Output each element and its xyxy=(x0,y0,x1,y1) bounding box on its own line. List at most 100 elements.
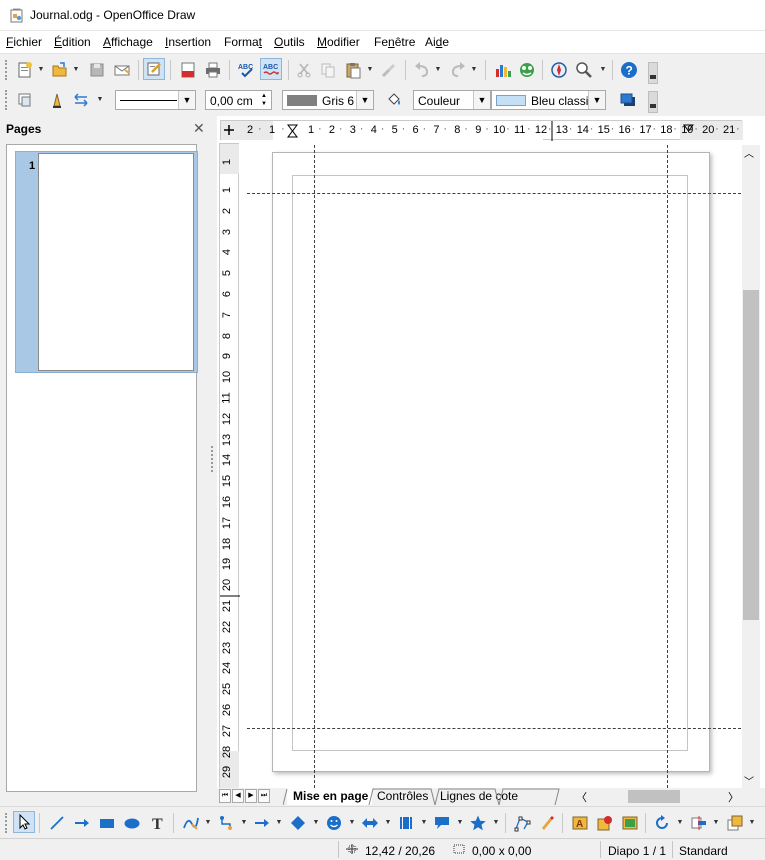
curve-tool-button[interactable] xyxy=(180,812,202,834)
export-pdf-button[interactable] xyxy=(177,59,199,81)
menu-fenetre[interactable]: Fenêtre xyxy=(374,35,415,49)
arrange-dropdown-arrow[interactable]: ▼ xyxy=(748,819,756,827)
zoom-button[interactable] xyxy=(573,59,595,81)
chart-button[interactable] xyxy=(492,59,514,81)
callouts-dropdown-arrow[interactable]: ▼ xyxy=(456,819,464,827)
vertical-guide-line[interactable] xyxy=(314,145,315,788)
toolbar-overflow-button[interactable] xyxy=(648,62,658,84)
fontwork-button[interactable]: A xyxy=(569,812,591,834)
print-button[interactable] xyxy=(202,59,224,81)
block-arrows-button[interactable] xyxy=(359,812,381,834)
text-tool-button[interactable]: T xyxy=(147,812,169,834)
line-style-select[interactable]: ▼ xyxy=(115,90,196,110)
effects-button[interactable] xyxy=(651,812,673,834)
undo-dropdown-arrow[interactable]: ▼ xyxy=(434,66,442,74)
ellipse-tool-button[interactable] xyxy=(121,812,143,834)
horizontal-scroll-thumb[interactable] xyxy=(628,790,680,803)
scroll-up-icon[interactable]: ︿ xyxy=(744,145,754,160)
clone-formatting-button[interactable] xyxy=(377,59,399,81)
paste-dropdown-arrow[interactable]: ▼ xyxy=(366,66,374,74)
stars-dropdown-arrow[interactable]: ▼ xyxy=(492,819,500,827)
cut-button[interactable] xyxy=(293,59,315,81)
toolbar-grip[interactable] xyxy=(5,90,9,110)
menu-outils[interactable]: Outils xyxy=(274,35,305,49)
line-button[interactable] xyxy=(46,89,68,111)
spellcheck-button[interactable]: ABC xyxy=(235,59,257,81)
panel-splitter[interactable] xyxy=(209,116,217,806)
menu-insertion[interactable]: Insertion xyxy=(165,35,211,49)
vertical-scroll-thumb[interactable] xyxy=(743,290,759,620)
toolbar-overflow-button[interactable] xyxy=(648,91,658,113)
zoom-dropdown-arrow[interactable]: ▼ xyxy=(599,66,607,74)
vertical-ruler[interactable]: 1 1 2 3 4 5 6 7 8 9 10 11 12 13 14 15 16 17 18 19 20 21 22 23 24… xyxy=(219,143,240,789)
line-tool-button[interactable] xyxy=(46,812,68,834)
area-button[interactable] xyxy=(383,89,405,111)
gallery-button[interactable] xyxy=(516,59,538,81)
edit-file-button[interactable] xyxy=(143,58,165,80)
copy-button[interactable] xyxy=(317,59,339,81)
open-dropdown-arrow[interactable]: ▼ xyxy=(72,66,80,74)
area-style-select[interactable]: Couleur ▼ xyxy=(413,90,491,110)
close-icon[interactable]: ✕ xyxy=(193,120,205,137)
styles-button[interactable] xyxy=(14,89,36,111)
connector-tool-button[interactable] xyxy=(216,812,238,834)
chevron-down-icon[interactable]: ▼ xyxy=(178,91,195,109)
chevron-down-icon[interactable]: ▼ xyxy=(473,91,490,109)
new-button[interactable] xyxy=(14,59,36,81)
new-dropdown-arrow[interactable]: ▼ xyxy=(37,66,45,74)
block-arrows-dropdown-arrow[interactable]: ▼ xyxy=(384,819,392,827)
chevron-down-icon[interactable]: ▼ xyxy=(588,91,605,109)
arrange-button[interactable] xyxy=(724,812,746,834)
arrow-style-dropdown-arrow[interactable]: ▼ xyxy=(96,96,104,104)
navigator-button[interactable] xyxy=(548,59,570,81)
arrow-line-tool-button[interactable] xyxy=(71,812,93,834)
arrow-style-button[interactable] xyxy=(70,89,92,111)
curve-dropdown-arrow[interactable]: ▼ xyxy=(204,819,212,827)
symbol-shapes-button[interactable] xyxy=(323,812,345,834)
horizontal-ruler[interactable]: 2 · 1 · 1 · 2 · 3 · 4 · 5 · 6 · 7 · 8 · 9 · 10 · 11 · 12 · 13 · 14 · 15 ·… xyxy=(220,120,743,141)
scroll-right-icon[interactable]: 〉 xyxy=(728,789,739,805)
page-thumbnail[interactable] xyxy=(38,153,194,371)
last-tab-button[interactable]: ⏭ xyxy=(258,789,270,803)
menu-aide[interactable]: Aide xyxy=(425,35,449,49)
stars-button[interactable] xyxy=(467,812,489,834)
rectangle-tool-button[interactable] xyxy=(96,812,118,834)
chevron-down-icon[interactable]: ▼ xyxy=(356,91,373,109)
vertical-scrollbar[interactable]: ︿ ﹀ xyxy=(742,145,760,788)
paste-button[interactable] xyxy=(342,59,364,81)
next-tab-button[interactable]: ▶ xyxy=(245,789,257,803)
basic-shapes-button[interactable] xyxy=(287,812,309,834)
from-file-button[interactable] xyxy=(594,812,616,834)
gallery-tool-button[interactable] xyxy=(619,812,641,834)
help-button[interactable]: ? xyxy=(618,59,640,81)
points-button[interactable] xyxy=(511,812,533,834)
horizontal-scrollbar[interactable]: 〈 〉 xyxy=(570,788,742,806)
toolbar-grip[interactable] xyxy=(5,60,9,80)
align-button[interactable] xyxy=(688,812,710,834)
save-button[interactable] xyxy=(86,59,108,81)
select-tool-button[interactable] xyxy=(13,811,35,833)
redo-button[interactable] xyxy=(447,59,469,81)
redo-dropdown-arrow[interactable]: ▼ xyxy=(470,66,478,74)
lines-arrows-tool-button[interactable] xyxy=(251,812,273,834)
basic-shapes-dropdown-arrow[interactable]: ▼ xyxy=(312,819,320,827)
area-color-select[interactable]: Bleu classique ▼ xyxy=(491,90,606,110)
open-button[interactable] xyxy=(49,59,71,81)
scroll-down-icon[interactable]: ﹀ xyxy=(744,773,754,788)
menu-affichage[interactable]: Affichage xyxy=(103,35,153,49)
flowchart-button[interactable] xyxy=(395,812,417,834)
callouts-button[interactable] xyxy=(431,812,453,834)
menu-fichier[interactable]: Fichier xyxy=(6,35,42,49)
vertical-guide-line[interactable] xyxy=(667,145,668,788)
auto-spellcheck-button[interactable]: ABC xyxy=(260,58,282,80)
line-width-input[interactable]: 0,00 cm ▲ ▼ xyxy=(205,90,272,110)
menu-edition[interactable]: Édition xyxy=(54,35,91,49)
scroll-left-icon[interactable]: 〈 xyxy=(576,789,587,805)
first-tab-button[interactable]: ⏮ xyxy=(219,789,231,803)
menu-modifier[interactable]: Modifier xyxy=(317,35,360,49)
effects-dropdown-arrow[interactable]: ▼ xyxy=(676,819,684,827)
lines-arrows-dropdown-arrow[interactable]: ▼ xyxy=(275,819,283,827)
shadow-button[interactable] xyxy=(617,89,639,111)
flowchart-dropdown-arrow[interactable]: ▼ xyxy=(420,819,428,827)
prev-tab-button[interactable]: ◀ xyxy=(232,789,244,803)
